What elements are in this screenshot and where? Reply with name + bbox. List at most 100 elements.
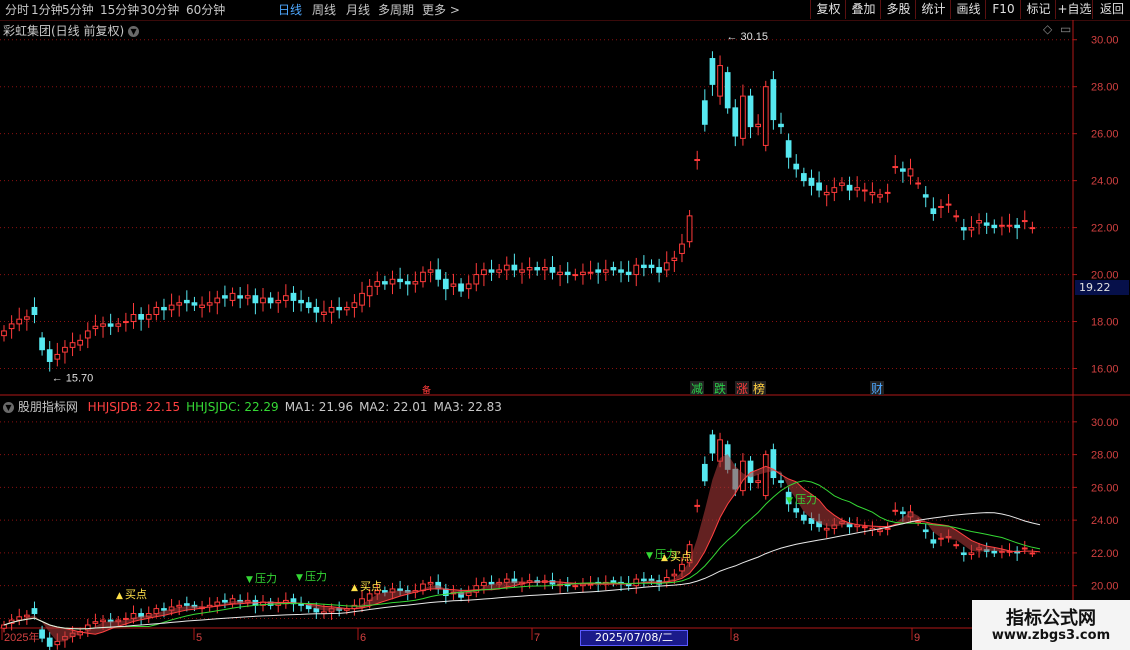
main-candle-body <box>564 271 571 276</box>
main-candle-body <box>321 311 327 316</box>
indicator-candle-body <box>930 539 937 544</box>
indicator-candle-body <box>39 629 45 639</box>
main-candle-body <box>366 285 373 297</box>
indicator-candle-body <box>854 524 861 528</box>
indicator-candle-body <box>938 537 944 540</box>
main-tick-label: 16.00 <box>1091 364 1119 376</box>
main-candle-body <box>222 295 228 299</box>
indicator-candle-body <box>427 581 434 585</box>
chevron-down-icon[interactable]: ▼ <box>3 402 14 413</box>
main-candle-body <box>168 304 175 311</box>
main-panel-title: 彩虹集团(日线 前复权) <box>3 24 125 38</box>
indicator-line-white <box>3 512 1041 630</box>
main-candle-body <box>46 349 53 362</box>
indicator-candle-body <box>778 480 784 483</box>
x-axis-label: 8 <box>733 632 739 644</box>
indicator-candle-body <box>397 588 403 592</box>
main-tick-label: 22.00 <box>1091 223 1119 235</box>
main-candle-body <box>199 304 205 308</box>
main-candle-body <box>861 189 868 192</box>
main-candle-body <box>374 281 381 287</box>
main-candle-body <box>496 269 503 273</box>
main-candle-body <box>290 292 297 301</box>
indicator-candle-body <box>123 617 129 620</box>
main-candle-body <box>328 306 335 313</box>
high-price-label: ← 30.15 <box>726 31 768 43</box>
indicator-candle-body <box>222 599 228 603</box>
cursor-date-label: 2025/07/08/二 <box>580 630 688 646</box>
indicator-header: ▼ 股朋指标网 HHJSJDB: 22.15 HHJSJDC: 22.29 MA1:… <box>3 398 502 415</box>
main-candle-body <box>1029 227 1036 230</box>
main-candle-body <box>62 346 68 353</box>
main-candle-body <box>709 58 716 85</box>
small-event-marker: 备 <box>422 384 431 396</box>
diamond-icon[interactable]: ◇ <box>1043 22 1052 36</box>
indicator-tick-label: 26.00 <box>1091 482 1119 494</box>
signal-arrow: ▼ <box>296 573 303 583</box>
main-candle-body <box>206 302 213 306</box>
x-axis-label: 5 <box>196 632 202 644</box>
event-marker: 跌 <box>714 381 726 396</box>
stock-chart[interactable]: 30.00 28.00 26.00 24.00 22.00 20.00 18.00 16.00… <box>0 0 1130 650</box>
main-candle-body <box>23 316 30 320</box>
event-marker: 财 <box>871 382 883 396</box>
main-candle-body <box>458 283 464 292</box>
main-candle-body <box>625 271 632 276</box>
signal-arrow: ▲ <box>351 583 358 593</box>
collapse-icon[interactable]: ▭ <box>1060 22 1071 36</box>
indicator-candle-body <box>161 608 167 611</box>
main-candle-body <box>237 295 244 299</box>
legend-item-1: HHJSJDC: 22.29 <box>186 400 279 414</box>
main-candle-body <box>450 283 457 287</box>
main-candle-body <box>153 306 160 316</box>
legend-item-4: MA3: 22.83 <box>433 400 502 414</box>
main-candle-body <box>656 267 662 273</box>
x-axis-label: 2025年 <box>4 630 39 644</box>
indicator-tick-label: 20.00 <box>1091 581 1119 593</box>
main-candle-body <box>359 292 365 306</box>
main-tick-label: 26.00 <box>1091 129 1119 141</box>
event-marker: 涨 <box>736 381 748 396</box>
indicator-candle-body <box>892 509 899 512</box>
main-candle-body <box>267 297 274 304</box>
indicator-candle-body <box>92 621 99 624</box>
indicator-tick-label: 24.00 <box>1091 515 1119 527</box>
main-candle-body <box>618 269 624 273</box>
main-candle-body <box>572 274 579 277</box>
main-candle-body <box>1021 220 1028 223</box>
main-candle-body <box>580 271 586 276</box>
indicator-candle-body <box>991 550 998 554</box>
indicator-candle-body <box>100 619 106 623</box>
main-candle-body <box>305 302 312 308</box>
main-candle-body <box>648 264 655 269</box>
main-candle-body <box>1006 224 1013 227</box>
main-candle-body <box>686 215 693 243</box>
main-candle-body <box>336 306 343 311</box>
main-candle-body <box>526 267 533 271</box>
indicator-ribbon <box>4 454 1040 642</box>
main-candle-body <box>282 295 289 301</box>
main-candle-body <box>343 306 350 311</box>
main-candle-body <box>191 302 198 306</box>
main-candle-body <box>549 267 556 273</box>
main-candle-body <box>762 86 769 146</box>
indicator-candle-body <box>762 454 769 497</box>
main-candle-body <box>92 325 99 330</box>
main-tick-label: 30.00 <box>1091 35 1119 47</box>
main-candle-body <box>732 107 739 137</box>
event-marker: 减 <box>691 382 703 396</box>
main-candle-body <box>473 274 480 285</box>
main-candle-body <box>100 323 106 327</box>
chevron-down-icon[interactable]: ▼ <box>128 26 140 37</box>
signal-label: 买点 <box>670 550 692 563</box>
indicator-candle-body <box>694 504 701 507</box>
main-candle-body <box>892 166 899 169</box>
indicator-candle-body <box>572 585 579 588</box>
main-candle-body <box>884 191 891 194</box>
main-candle-body <box>671 257 678 261</box>
main-candle-body <box>938 205 944 208</box>
signal-arrow: ▼ <box>646 551 653 561</box>
indicator-candle-body <box>953 544 960 547</box>
signal-label: 买点 <box>360 580 382 593</box>
main-candle-body <box>831 187 838 193</box>
